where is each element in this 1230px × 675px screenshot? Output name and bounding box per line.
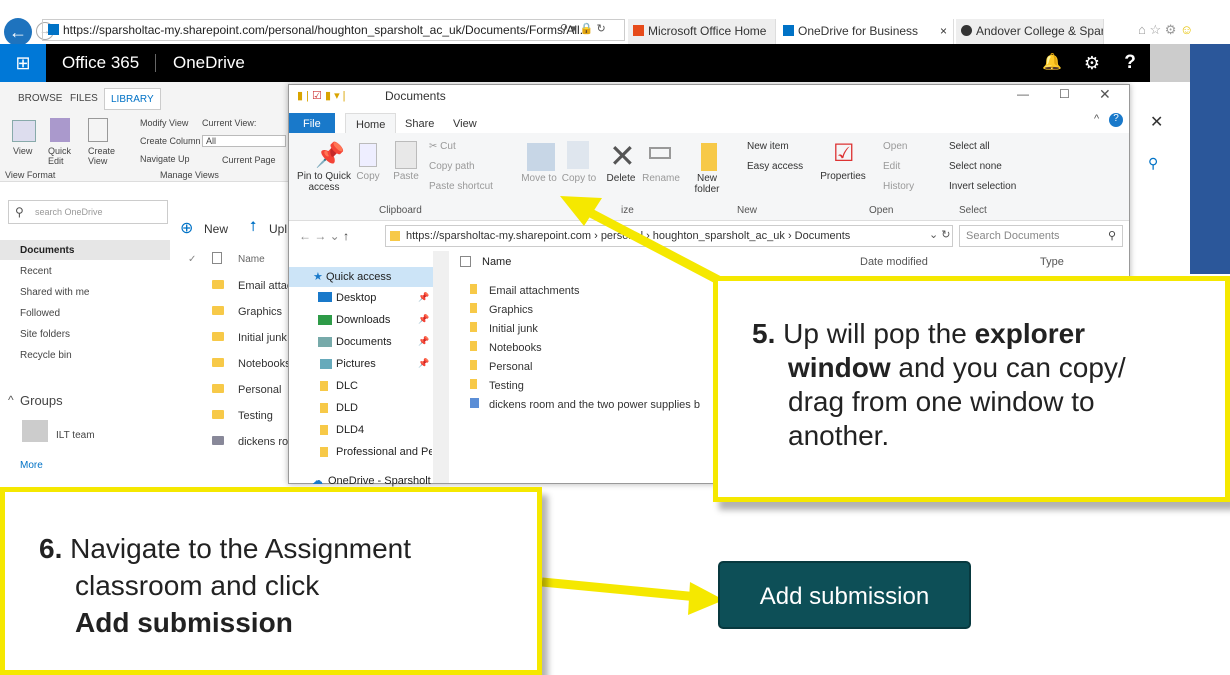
callout-6-text: 6. Navigate to the Assignment classroom … (39, 533, 412, 638)
add-submission-button[interactable]: Add submission (718, 561, 971, 629)
step-number: 6. (39, 533, 63, 564)
arrow-to-move-to (582, 206, 727, 287)
step-number: 5. (752, 318, 776, 349)
callout-step-5: 5. Up will pop the explorer window and y… (713, 276, 1230, 502)
arrow-to-add-submission (541, 577, 699, 602)
callout-step-6: 6. Navigate to the Assignment classroom … (0, 487, 542, 675)
callout-5-text: 5. Up will pop the explorer window and y… (752, 318, 1126, 451)
